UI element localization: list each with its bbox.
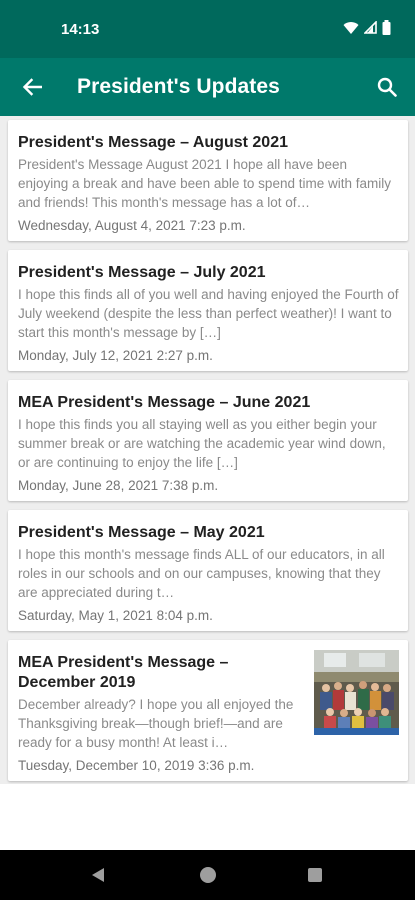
post-card[interactable]: President's Message – May 2021 I hope th… — [8, 510, 408, 631]
post-date: Tuesday, December 10, 2019 3:36 p.m. — [18, 758, 255, 773]
empty-area — [0, 784, 415, 850]
post-date: Saturday, May 1, 2021 8:04 p.m. — [18, 608, 213, 623]
app-bar: President's Updates — [0, 58, 415, 116]
post-title: President's Message – August 2021 — [18, 134, 288, 151]
group-photo-image — [314, 650, 399, 735]
post-excerpt: I hope this finds all of you well and ha… — [18, 287, 399, 340]
nav-home-button[interactable] — [196, 863, 220, 887]
battery-icon — [382, 20, 391, 35]
status-time: 14:13 — [61, 21, 100, 38]
nav-recents-icon — [308, 868, 322, 882]
nav-home-icon — [200, 867, 216, 883]
system-nav-bar — [0, 850, 415, 900]
status-bar: 14:13 — [0, 0, 415, 58]
post-list[interactable]: President's Message – August 2021 Presid… — [0, 116, 415, 784]
post-excerpt: I hope this finds you all staying well a… — [18, 417, 386, 470]
back-button[interactable] — [12, 67, 52, 107]
post-date: Monday, June 28, 2021 7:38 p.m. — [18, 478, 219, 493]
post-thumbnail — [314, 650, 399, 735]
post-excerpt: December already? I hope you all enjoyed… — [18, 697, 294, 750]
nav-back-button[interactable] — [86, 863, 110, 887]
nav-recents-button[interactable] — [303, 863, 327, 887]
search-button[interactable] — [367, 67, 407, 107]
post-title: MEA President's Message – December 2019 — [18, 654, 229, 691]
post-card[interactable]: President's Message – July 2021 I hope t… — [8, 250, 408, 371]
post-date: Monday, July 12, 2021 2:27 p.m. — [18, 348, 213, 363]
wifi-icon — [343, 21, 359, 34]
status-icons — [343, 20, 391, 35]
post-card[interactable]: President's Message – August 2021 Presid… — [8, 120, 408, 241]
post-title: President's Message – May 2021 — [18, 524, 265, 541]
post-card[interactable]: MEA President's Message – December 2019 … — [8, 640, 408, 781]
post-card[interactable]: MEA President's Message – June 2021 I ho… — [8, 380, 408, 501]
page-title: President's Updates — [77, 75, 280, 98]
post-excerpt: I hope this month's message finds ALL of… — [18, 547, 385, 600]
nav-back-icon — [92, 868, 104, 882]
post-title: President's Message – July 2021 — [18, 264, 266, 281]
search-icon — [377, 77, 397, 97]
arrow-back-icon — [22, 78, 42, 96]
post-title: MEA President's Message – June 2021 — [18, 394, 311, 411]
signal-icon — [364, 21, 377, 34]
post-excerpt: President's Message August 2021 I hope a… — [18, 157, 391, 210]
post-date: Wednesday, August 4, 2021 7:23 p.m. — [18, 218, 246, 233]
